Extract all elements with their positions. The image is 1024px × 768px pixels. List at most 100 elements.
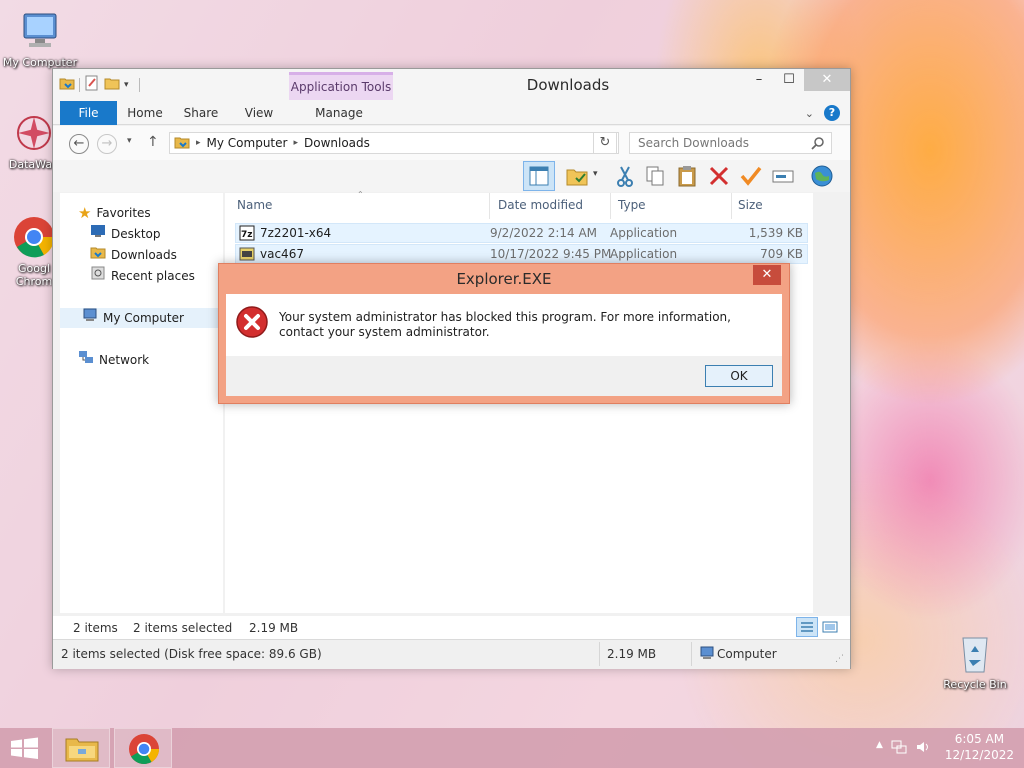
- svg-text:7z: 7z: [241, 230, 253, 240]
- select-dropdown-icon[interactable]: ▾: [593, 169, 598, 179]
- datawag-icon: [11, 110, 57, 156]
- nav-downloads[interactable]: Downloads: [90, 245, 223, 265]
- dialog-message: Your system administrator has blocked th…: [279, 310, 731, 339]
- chrome-icon: [129, 734, 159, 765]
- start-button[interactable]: [0, 728, 58, 768]
- quick-access-toolbar: ▾: [59, 75, 140, 94]
- large-icons-view-icon[interactable]: [820, 618, 840, 636]
- refresh-button[interactable]: ↻: [593, 132, 617, 154]
- status-bar-bottom: 2 items selected (Disk free space: 89.6 …: [53, 639, 850, 669]
- show-hidden-icons-icon[interactable]: ▲: [876, 740, 883, 757]
- sort-arrow-icon: ⌃: [357, 190, 364, 199]
- expand-ribbon-icon[interactable]: ⌄: [805, 107, 814, 120]
- search-icon[interactable]: [811, 136, 825, 156]
- details-view-icon[interactable]: [796, 617, 818, 637]
- globe-icon[interactable]: [810, 164, 834, 188]
- new-folder-icon[interactable]: [104, 75, 120, 94]
- dialog-close-button[interactable]: ✕: [753, 265, 781, 285]
- selected-size: 2.19 MB: [249, 621, 299, 635]
- dialog-body: Your system administrator has blocked th…: [226, 294, 782, 356]
- paste-icon[interactable]: [675, 164, 699, 188]
- application-icon: [239, 246, 255, 262]
- downloads-folder-icon: [90, 244, 106, 266]
- folder-icon[interactable]: [59, 75, 75, 94]
- back-button[interactable]: ←: [69, 134, 89, 154]
- nav-desktop[interactable]: Desktop: [90, 224, 223, 244]
- nav-label: Recent places: [111, 269, 195, 283]
- breadcrumb-my-computer[interactable]: My Computer: [207, 136, 288, 150]
- minimize-button[interactable]: –: [744, 69, 774, 91]
- nav-label: Network: [99, 353, 150, 367]
- close-button[interactable]: ✕: [804, 69, 850, 91]
- resize-grip-icon[interactable]: ⋰: [835, 654, 844, 664]
- file-size: 709 KB: [760, 247, 803, 261]
- column-header-size[interactable]: Size: [738, 198, 763, 212]
- desktop-icon-recycle-bin[interactable]: Recycle Bin: [935, 630, 1015, 691]
- chrome-icon: [11, 214, 57, 260]
- file-size: 1,539 KB: [748, 226, 803, 240]
- column-header-name[interactable]: Name: [237, 198, 272, 212]
- delete-icon[interactable]: [707, 164, 731, 188]
- search-placeholder: Search Downloads: [638, 136, 749, 150]
- column-header-date[interactable]: Date modified: [498, 198, 583, 212]
- 7zip-icon: 7z: [239, 225, 255, 241]
- nav-favorites[interactable]: ★ Favorites: [78, 203, 241, 223]
- copy-icon[interactable]: [643, 164, 667, 188]
- customize-dropdown-icon[interactable]: ▾: [124, 80, 129, 90]
- address-bar[interactable]: ▸ My Computer ▸ Downloads ⌄: [169, 132, 619, 154]
- network-icon: [78, 349, 94, 371]
- tab-share[interactable]: Share: [179, 101, 223, 125]
- up-button[interactable]: ↑: [147, 134, 159, 150]
- clock-time: 6:05 AM: [954, 732, 1005, 746]
- location-label: Computer: [717, 647, 777, 661]
- window-title: Downloads: [526, 76, 610, 94]
- nav-label: Desktop: [111, 227, 161, 241]
- selection-size: 2.19 MB: [607, 647, 657, 661]
- recent-locations-icon[interactable]: ▾: [127, 136, 132, 146]
- command-toolbar: ▾: [53, 160, 850, 192]
- ok-button[interactable]: OK: [705, 365, 773, 387]
- search-input[interactable]: Search Downloads: [629, 132, 832, 154]
- breadcrumb-downloads[interactable]: Downloads: [304, 136, 370, 150]
- context-tab-application-tools[interactable]: Application Tools: [289, 72, 393, 100]
- file-date: 9/2/2022 2:14 AM: [490, 226, 598, 240]
- nav-label: Favorites: [96, 206, 151, 220]
- clock[interactable]: 6:05 AM 12/12/2022: [945, 731, 1014, 763]
- dialog-title: Explorer.EXE: [456, 270, 552, 288]
- file-row[interactable]: vac467 10/17/2022 9:45 PM Application 70…: [235, 244, 808, 264]
- taskbar-file-explorer[interactable]: [52, 728, 110, 768]
- network-status-icon[interactable]: [891, 740, 907, 757]
- column-header-type[interactable]: Type: [618, 198, 646, 212]
- volume-icon[interactable]: [915, 740, 931, 757]
- file-type: Application: [610, 247, 678, 261]
- star-icon: ★: [78, 204, 92, 222]
- forward-button[interactable]: →: [97, 134, 117, 154]
- taskbar-chrome[interactable]: [114, 728, 172, 768]
- help-icon[interactable]: ?: [824, 105, 840, 121]
- error-dialog: Explorer.EXE ✕ Your system administrator…: [218, 263, 790, 404]
- tab-manage[interactable]: Manage: [307, 101, 371, 125]
- nav-recent-places[interactable]: Recent places: [90, 266, 223, 286]
- file-row[interactable]: 7z 7z2201-x64 9/2/2022 2:14 AM Applicati…: [235, 223, 808, 243]
- cut-icon[interactable]: [613, 164, 637, 188]
- file-name: vac467: [260, 247, 304, 261]
- desktop-icon-my-computer[interactable]: My Computer: [0, 8, 80, 69]
- select-folder-icon[interactable]: [565, 164, 589, 188]
- properties-icon[interactable]: [84, 75, 100, 94]
- rename-icon[interactable]: [771, 164, 795, 188]
- nav-network[interactable]: Network: [78, 350, 241, 370]
- tab-file[interactable]: File: [60, 101, 117, 125]
- maximize-button[interactable]: ☐: [774, 69, 804, 91]
- tab-home[interactable]: Home: [123, 101, 167, 125]
- clock-date: 12/12/2022: [944, 748, 1014, 762]
- file-explorer-icon: [65, 738, 99, 762]
- nav-my-computer[interactable]: My Computer: [60, 308, 223, 328]
- folder-icon: [174, 134, 190, 153]
- tab-view[interactable]: View: [237, 101, 281, 125]
- selected-count: 2 items selected: [133, 621, 233, 635]
- desktop-icon-label: Recycle Bin: [943, 678, 1007, 691]
- computer-icon: [82, 307, 98, 329]
- preview-pane-icon[interactable]: [523, 161, 555, 191]
- status-bar-top: 2 items 2 items selected 2.19 MB: [53, 616, 850, 640]
- checkmark-icon[interactable]: [739, 164, 763, 188]
